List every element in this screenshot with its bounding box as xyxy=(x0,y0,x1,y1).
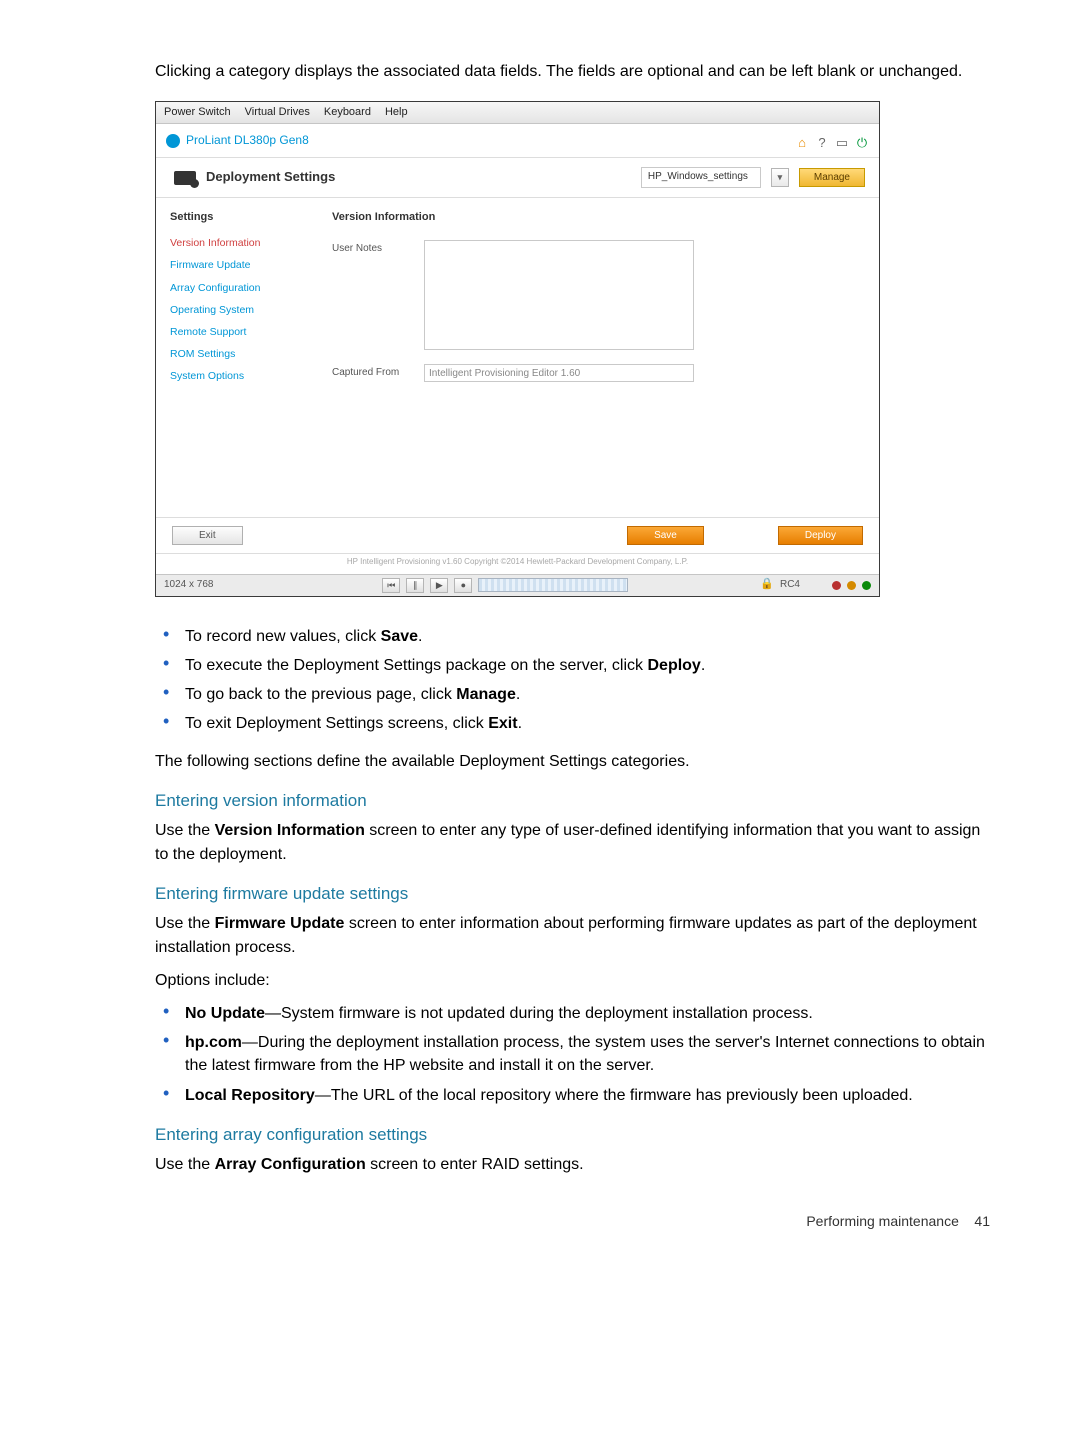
list-item: To go back to the previous page, click M… xyxy=(185,683,990,706)
main-panel: Version Information User Notes Captured … xyxy=(326,198,879,517)
intro-para: Clicking a category displays the associa… xyxy=(155,60,990,83)
list-item: To record new values, click Save. xyxy=(185,625,990,648)
following-para: The following sections define the availa… xyxy=(155,750,990,773)
section-body-version: Use the Version Information screen to en… xyxy=(155,819,990,865)
sidebar-item-remote-support[interactable]: Remote Support xyxy=(170,325,312,340)
section-heading-firmware: Entering firmware update settings xyxy=(155,882,990,907)
remote-console-statusbar: 1024 x 768 ⏮ ∥ ▶ ● 🔒 RC4 xyxy=(156,574,879,596)
main-section-title: Version Information xyxy=(332,210,819,226)
sidebar-item-firmware-update[interactable]: Firmware Update xyxy=(170,258,312,273)
section-body-firmware: Use the Firmware Update screen to enter … xyxy=(155,912,990,958)
deployment-icon xyxy=(174,171,196,185)
sidebar-item-array-configuration[interactable]: Array Configuration xyxy=(170,281,312,296)
list-item: Local Repository—The URL of the local re… xyxy=(185,1084,990,1107)
section-heading-array: Entering array configuration settings xyxy=(155,1123,990,1148)
playback-play-button[interactable]: ▶ xyxy=(430,578,448,593)
sidebar-item-version-information[interactable]: Version Information xyxy=(170,236,312,251)
status-led-red-icon xyxy=(832,581,841,590)
resolution-text: 1024 x 768 xyxy=(164,578,214,593)
manage-button[interactable]: Manage xyxy=(799,168,865,187)
list-item: To execute the Deployment Settings packa… xyxy=(185,654,990,677)
menu-virtual-drives[interactable]: Virtual Drives xyxy=(245,105,310,121)
lock-icon: 🔒 xyxy=(760,577,774,593)
server-model-title: ProLiant DL380p Gen8 xyxy=(186,132,309,149)
info-icon[interactable]: ▭ xyxy=(835,134,849,148)
firmware-options-list: No Update—System firmware is not updated… xyxy=(155,1002,990,1107)
profile-name-text: HP_Windows_settings xyxy=(641,167,761,188)
playback-record-button[interactable]: ● xyxy=(454,578,472,593)
save-button[interactable]: Save xyxy=(627,526,704,545)
deploy-button[interactable]: Deploy xyxy=(778,526,863,545)
user-notes-textarea[interactable] xyxy=(424,240,694,350)
chevron-down-icon: ▾ xyxy=(778,171,783,184)
copyright-text: HP Intelligent Provisioning v1.60 Copyri… xyxy=(156,554,879,574)
page-title: Deployment Settings xyxy=(206,168,335,187)
menu-keyboard[interactable]: Keyboard xyxy=(324,105,371,121)
activity-bar xyxy=(478,578,628,592)
options-label: Options include: xyxy=(155,969,990,992)
menu-help[interactable]: Help xyxy=(385,105,408,121)
sidebar-title: Settings xyxy=(170,210,312,226)
status-led-amber-icon xyxy=(847,581,856,590)
power-icon[interactable]: ⏻ xyxy=(855,134,869,148)
section-heading-version: Entering version information xyxy=(155,789,990,814)
status-led-green-icon xyxy=(862,581,871,590)
page-toolbar: Deployment Settings HP_Windows_settings … xyxy=(156,158,879,198)
hp-logo-icon xyxy=(166,134,180,148)
list-item: No Update—System firmware is not updated… xyxy=(185,1002,990,1025)
page-footer: Performing maintenance 41 xyxy=(155,1211,990,1231)
captured-from-label: Captured From xyxy=(332,364,412,381)
exit-button[interactable]: Exit xyxy=(172,526,243,545)
profile-dropdown-button[interactable]: ▾ xyxy=(771,168,789,187)
list-item: To exit Deployment Settings screens, cli… xyxy=(185,712,990,735)
playback-pause-button[interactable]: ∥ xyxy=(406,578,424,593)
section-body-array: Use the Array Configuration screen to en… xyxy=(155,1153,990,1176)
sidebar-item-system-options[interactable]: System Options xyxy=(170,369,312,384)
remote-console-menubar: Power Switch Virtual Drives Keyboard Hel… xyxy=(156,102,879,124)
encryption-text: RC4 xyxy=(780,578,800,593)
action-bullets: To record new values, click Save. To exec… xyxy=(155,625,990,736)
playback-first-button[interactable]: ⏮ xyxy=(382,578,400,593)
sidebar-item-rom-settings[interactable]: ROM Settings xyxy=(170,347,312,362)
action-footer: Exit Save Deploy xyxy=(156,518,879,554)
screenshot-figure: Power Switch Virtual Drives Keyboard Hel… xyxy=(155,101,880,597)
list-item: hp.com—During the deployment installatio… xyxy=(185,1031,990,1077)
menu-power-switch[interactable]: Power Switch xyxy=(164,105,231,121)
captured-from-input[interactable] xyxy=(424,364,694,382)
user-notes-label: User Notes xyxy=(332,240,412,257)
help-icon[interactable]: ? xyxy=(815,134,829,148)
settings-sidebar: Settings Version Information Firmware Up… xyxy=(156,198,326,517)
sidebar-item-operating-system[interactable]: Operating System xyxy=(170,303,312,318)
app-header: ProLiant DL380p Gen8 ⌂ ? ▭ ⏻ xyxy=(156,124,879,158)
home-icon[interactable]: ⌂ xyxy=(795,134,809,148)
